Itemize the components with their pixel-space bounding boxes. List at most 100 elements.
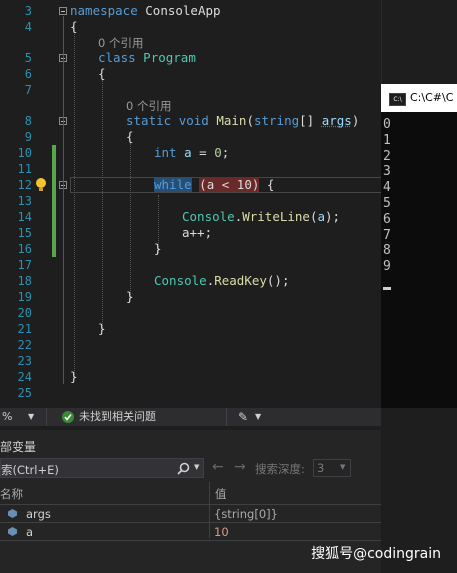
chevron-down-icon[interactable]: ▼ <box>194 463 199 471</box>
console-window[interactable]: C:\ C:\C#\C 0 1 2 3 4 5 6 7 8 9 <box>381 84 457 408</box>
line-number: 24 <box>17 370 32 384</box>
console-output: 0 1 2 3 4 5 6 7 8 9 <box>383 117 391 275</box>
table-row[interactable]: a 10 <box>0 523 381 540</box>
code-line: Console.ReadKey(); <box>154 273 290 288</box>
console-output-line: 9 <box>383 259 391 275</box>
line-number: 11 <box>17 162 32 176</box>
keyword: while <box>154 177 192 192</box>
lightbulb-icon[interactable] <box>34 177 48 193</box>
search-input[interactable]: 索(Ctrl+E) ▼ <box>0 458 204 478</box>
code-line: int a = 0; <box>154 145 230 160</box>
line-number: 20 <box>17 306 32 320</box>
code-line: static void Main(string[] args) <box>126 113 360 128</box>
search-depth-value: 3 <box>317 461 325 475</box>
code-line: } <box>70 369 78 384</box>
editor-status-bar: % ▼ 未找到相关问题 ✎ ▼ <box>0 408 381 426</box>
parameter-name: args <box>321 113 352 128</box>
reference-count-codelens[interactable]: 0 个引用 <box>126 98 171 114</box>
console-output-line: 4 <box>383 180 391 196</box>
variable-name: a <box>317 209 326 224</box>
line-number: 13 <box>17 194 32 208</box>
line-number: 7 <box>24 83 32 97</box>
console-output-line: 7 <box>383 227 391 243</box>
indent-guide <box>74 27 75 377</box>
console-output-line: 3 <box>383 164 391 180</box>
keyword: void <box>178 113 209 128</box>
chevron-down-icon[interactable]: ▼ <box>255 408 261 426</box>
keyword: string <box>253 113 300 128</box>
console-title-bar[interactable]: C:\ C:\C#\C <box>381 84 457 112</box>
line-number: 16 <box>17 242 32 256</box>
variable-icon <box>8 509 17 518</box>
column-header-name[interactable]: 名称 <box>0 486 23 502</box>
indent-guide <box>130 143 131 299</box>
code-line: } <box>98 321 106 336</box>
number-literal: 0 <box>214 145 222 160</box>
line-number: 25 <box>17 386 32 400</box>
code-line: { <box>126 129 134 144</box>
console-cursor <box>383 287 391 290</box>
variable-value: {string[0]} <box>214 507 278 521</box>
keyword: namespace <box>70 3 138 18</box>
search-icon[interactable] <box>177 462 190 475</box>
method-name: ReadKey <box>214 273 267 288</box>
search-depth-select[interactable]: 3 ▼ <box>313 459 351 477</box>
line-number: 12 <box>17 178 32 192</box>
code-line: } <box>154 241 162 256</box>
namespace-name: ConsoleApp <box>145 3 221 18</box>
variable-name: args <box>26 507 51 521</box>
code-line: namespace ConsoleApp <box>70 3 221 19</box>
keyword: class <box>98 50 136 65</box>
line-number: 8 <box>24 114 32 128</box>
line-number: 6 <box>24 67 32 81</box>
collapse-toggle-icon[interactable] <box>59 7 67 15</box>
issues-status[interactable]: 未找到相关问题 <box>79 408 156 426</box>
watermark: 搜狐号@codingrain <box>311 546 441 562</box>
line-number: 5 <box>24 51 32 65</box>
console-output-line: 8 <box>383 243 391 259</box>
divider <box>0 426 381 430</box>
variable-icon <box>8 527 17 536</box>
change-indicator-bar <box>52 145 56 257</box>
divider <box>46 408 47 426</box>
code-line: a++; <box>182 225 213 240</box>
chevron-down-icon[interactable]: ▼ <box>340 463 345 471</box>
zoom-level[interactable]: % <box>2 408 12 426</box>
console-output-line: 0 <box>383 117 391 132</box>
code-line: while (a < 10) { <box>154 177 275 192</box>
forward-arrow-icon[interactable]: → <box>234 459 246 475</box>
keyword: static <box>126 113 172 128</box>
while-condition: (a < 10) <box>199 177 260 192</box>
console-title: C:\C#\C <box>410 91 454 104</box>
line-number: 17 <box>17 258 32 272</box>
method-name: Main <box>216 113 247 128</box>
table-row[interactable]: args {string[0]} <box>0 505 381 522</box>
code-line: { <box>70 19 78 34</box>
line-number: 9 <box>24 130 32 144</box>
class-name: Program <box>143 50 196 65</box>
indent-guide <box>102 80 103 330</box>
keyword: int <box>154 145 177 160</box>
reference-count-codelens[interactable]: 0 个引用 <box>98 35 143 51</box>
search-placeholder: 索(Ctrl+E) <box>1 463 59 477</box>
line-number: 21 <box>17 322 32 336</box>
line-number: 10 <box>17 146 32 160</box>
line-number: 23 <box>17 354 32 368</box>
console-output-line: 5 <box>383 195 391 211</box>
method-name: WriteLine <box>242 209 310 224</box>
chevron-down-icon[interactable]: ▼ <box>28 408 34 426</box>
variable-name: a <box>26 525 34 539</box>
line-number: 3 <box>24 4 32 18</box>
divider <box>226 408 227 426</box>
column-header-value[interactable]: 值 <box>215 486 227 502</box>
check-circle-icon <box>62 411 74 423</box>
back-arrow-icon[interactable]: ← <box>212 459 224 475</box>
line-number: 19 <box>17 290 32 304</box>
type-name: Console <box>182 209 235 224</box>
divider <box>381 0 382 84</box>
code-line: } <box>126 289 134 304</box>
console-app-icon: C:\ <box>389 93 406 106</box>
panel-title: 部变量 <box>0 440 37 454</box>
search-depth-label: 搜索深度: <box>255 462 305 476</box>
brush-icon[interactable]: ✎ <box>238 408 248 426</box>
